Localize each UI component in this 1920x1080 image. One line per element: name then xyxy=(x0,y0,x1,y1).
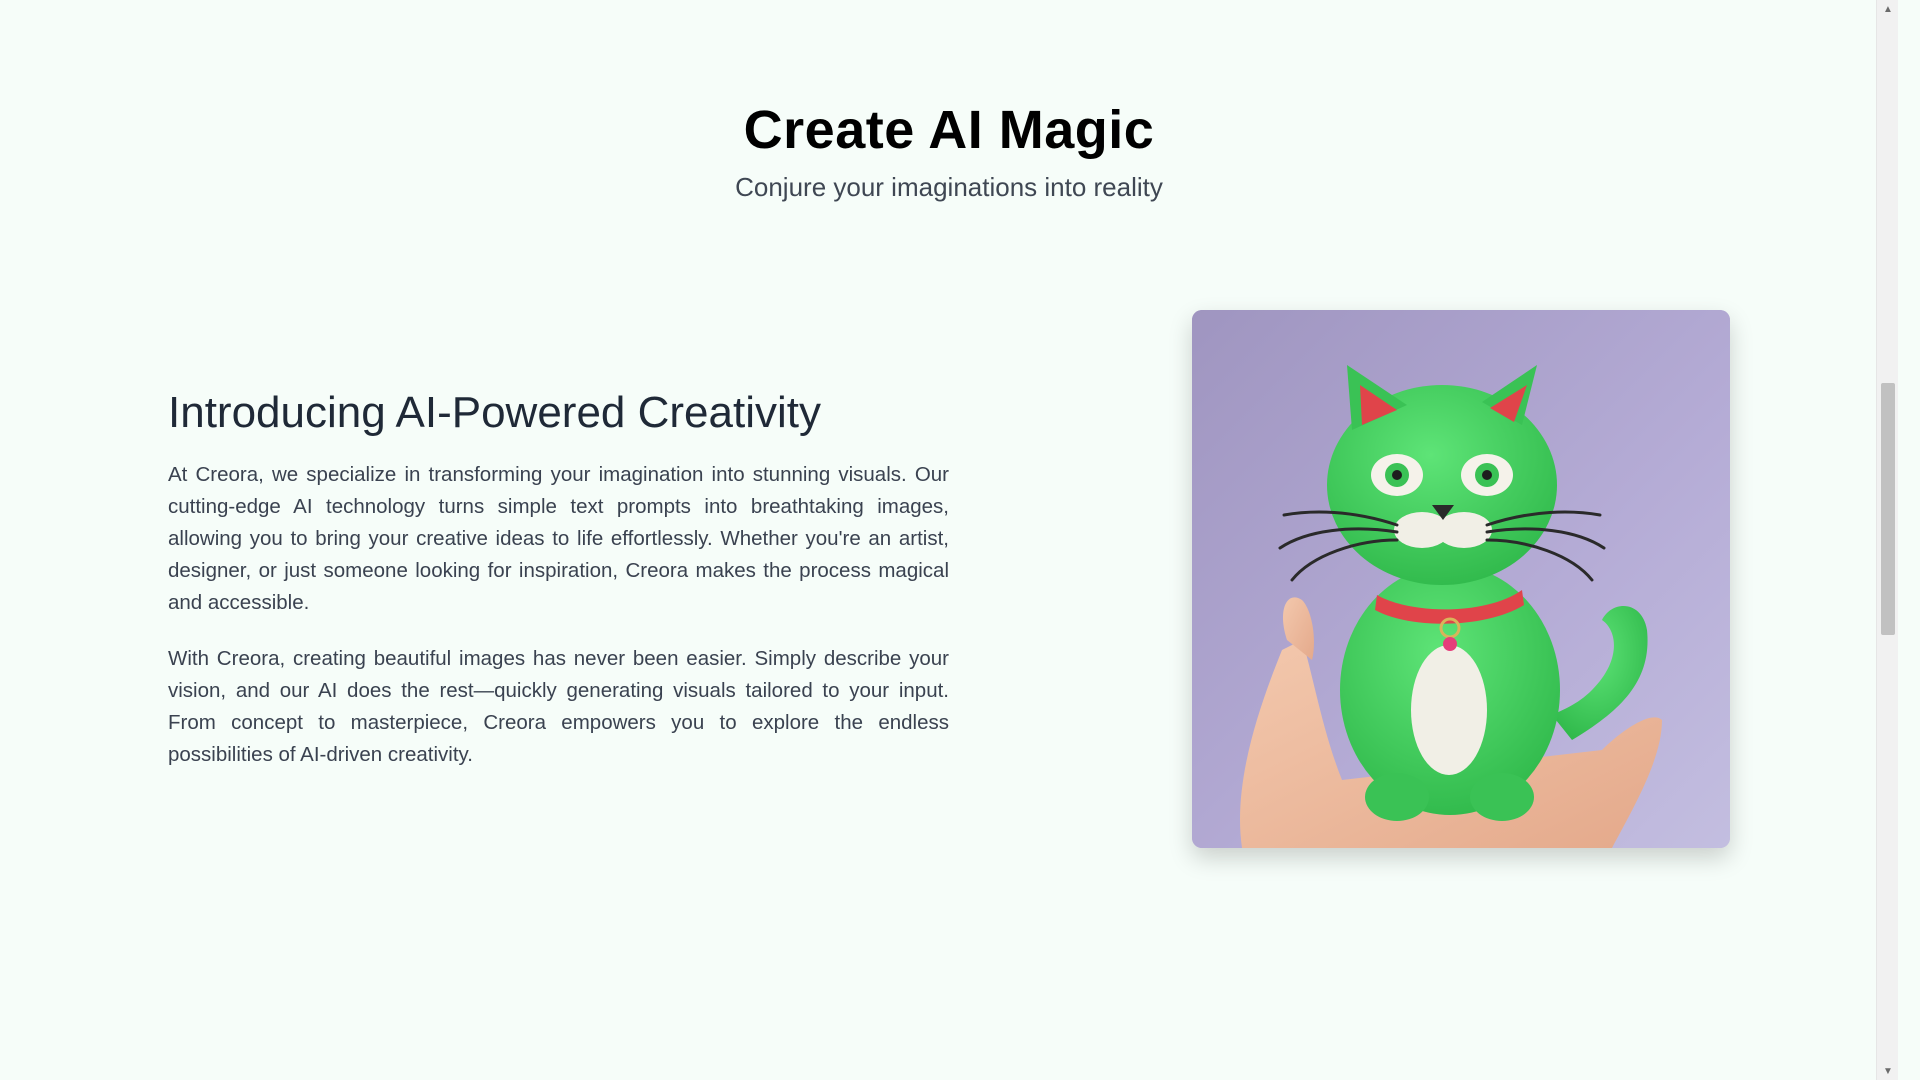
cat-figurine-image xyxy=(1192,310,1730,848)
scrollbar-thumb[interactable] xyxy=(1881,383,1895,635)
intro-paragraph-2: With Creora, creating beautiful images h… xyxy=(168,647,949,766)
intro-paragraph-1: At Creora, we specialize in transforming… xyxy=(168,463,949,614)
intro-section: Introducing AI-Powered Creativity At Cre… xyxy=(168,385,949,795)
page: Create AI Magic Conjure your imagination… xyxy=(0,0,1898,1080)
hero-title: Create AI Magic xyxy=(743,100,1155,160)
triangle-down-icon[interactable]: ▼ xyxy=(1877,1062,1899,1080)
hero-section: Create AI Magic Conjure your imagination… xyxy=(0,95,1898,205)
triangle-up-icon[interactable]: ▲ xyxy=(1877,0,1899,18)
cat-figurine-illustration xyxy=(1192,310,1730,848)
intro-heading: Introducing AI-Powered Creativity xyxy=(168,388,821,437)
hero-subtitle: Conjure your imaginations into reality xyxy=(735,172,1163,202)
vertical-scrollbar[interactable]: ▲ ▼ xyxy=(1876,0,1898,1080)
